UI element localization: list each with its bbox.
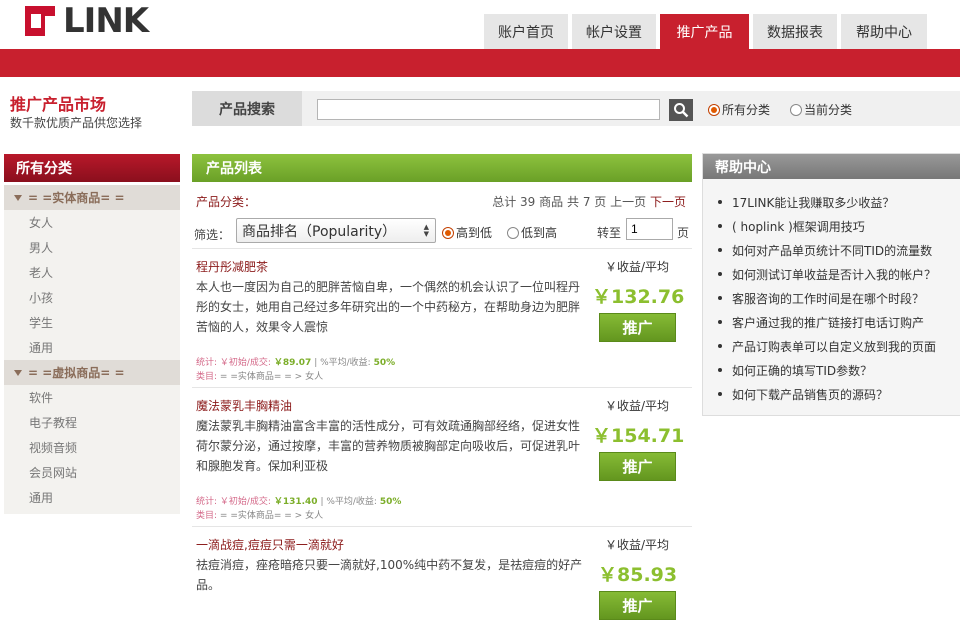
product-category-label: 产品分类： [196, 195, 257, 209]
product-stats: 统计: ￥初始/成交: ￥89.07 | %平均/收益: 50% [196, 358, 396, 368]
help-link[interactable]: 17LINK能让我赚取多少收益？ [703, 190, 960, 214]
jump-unit: 页 [677, 226, 690, 240]
sidebar-item[interactable]: 通用 [4, 335, 180, 360]
help-link[interactable]: 如何测试订单收益是否计入我的帐户？ [703, 262, 960, 286]
radio-selected-icon [442, 226, 454, 239]
sidebar-group-physical[interactable]: = =实体商品= = [4, 185, 180, 210]
sidebar-item[interactable]: 会员网站 [4, 460, 180, 485]
sidebar-item[interactable]: 小孩 [4, 285, 180, 310]
sidebar-item[interactable]: 男人 [4, 235, 180, 260]
product-description: 祛痘消痘，痤疮暗疮只要一滴就好,100%纯中药不复发，是祛痘痘的好产品。 [196, 558, 583, 592]
help-link[interactable]: 如何对产品单页统计不同TID的流量数 [703, 238, 960, 262]
radio-selected-icon [708, 103, 720, 116]
help-center-panel: 帮助中心 17LINK能让我赚取多少收益？ ( hoplink )框架调用技巧 … [702, 153, 960, 416]
tab-account-home[interactable]: 账户首页 [484, 14, 568, 49]
market-subtitle: 数千款优质产品供您选择 [10, 116, 143, 130]
tab-data-reports[interactable]: 数据报表 [753, 14, 837, 49]
pager: 总计 39 商品 共 7 页 上一页 下一页 [492, 195, 686, 209]
promote-button[interactable]: 推广 [599, 313, 676, 342]
market-title: 推广产品市场 [10, 95, 107, 114]
scope-current-label: 当前分类 [804, 103, 853, 117]
radio-empty-icon [507, 226, 519, 239]
help-link[interactable]: 如何下载产品销售页的源码？ [703, 382, 960, 406]
product-item: 魔法蒙乳丰胸精油 魔法蒙乳丰胸精油富含丰富的活性成分，可有效疏通胸部经络，促进女… [192, 388, 692, 527]
sort-high-to-low-radio[interactable]: 高到低 [442, 224, 492, 241]
jump-label: 转至 [597, 226, 622, 240]
next-page-link[interactable]: 下一页 [650, 195, 686, 209]
scope-current-radio[interactable]: 当前分类 [790, 101, 852, 118]
product-name[interactable]: 一滴战痘,痘痘只需一滴就好 [196, 536, 344, 553]
help-link[interactable]: 如何正确的填写TID参数？ [703, 358, 960, 382]
product-item: 一滴战痘,痘痘只需一滴就好 祛痘消痘，痤疮暗疮只要一滴就好,100%纯中药不复发… [192, 527, 692, 627]
product-list-title: 产品列表 [192, 154, 692, 182]
radio-empty-icon [790, 103, 802, 116]
search-input[interactable] [317, 99, 660, 120]
help-link[interactable]: 产品订购表单可以自定义放到我的页面 [703, 334, 960, 358]
promote-button[interactable]: 推广 [599, 591, 676, 620]
product-price: ￥154.71 [592, 425, 685, 447]
filter-label: 筛选： [194, 228, 231, 242]
sort-select-value: 商品排名（Popularity） [242, 223, 397, 240]
search-button[interactable] [669, 99, 693, 121]
product-description: 本人也一度因为自己的肥胖苦恼自卑，一个偶然的机会认识了一位叫程丹彤的女士，她用自… [196, 280, 581, 334]
logo[interactable]: LINK [25, 0, 155, 41]
sidebar-item[interactable]: 学生 [4, 310, 180, 335]
product-item: 程丹彤减肥茶 本人也一度因为自己的肥胖苦恼自卑，一个偶然的机会认识了一位叫程丹彤… [192, 249, 692, 388]
search-icon [674, 103, 689, 118]
tab-promote-products[interactable]: 推广产品 [660, 14, 749, 49]
price-label: ￥收益/平均 [605, 260, 670, 274]
product-description: 魔法蒙乳丰胸精油富含丰富的活性成分，可有效疏通胸部经络，促进女性荷尔蒙分泌，通过… [196, 419, 581, 473]
top-navigation: 账户首页 帐户设置 推广产品 数据报表 帮助中心 [484, 14, 931, 49]
sidebar-item[interactable]: 老人 [4, 260, 180, 285]
product-list: 产品列表 产品分类： 总计 39 商品 共 7 页 上一页 下一页 筛选： 商品… [192, 154, 692, 627]
logo-text: LINK [63, 1, 149, 41]
product-category-path: 类目: = =实体商品= = > 女人 [196, 511, 324, 521]
scope-all-radio[interactable]: 所有分类 [708, 101, 770, 118]
sidebar-group-virtual[interactable]: = =虚拟商品= = [4, 360, 180, 385]
sort-low-to-high-radio[interactable]: 低到高 [507, 224, 557, 241]
sidebar-group-label: = =虚拟商品= = [28, 366, 125, 380]
search-label: 产品搜索 [192, 91, 302, 126]
help-link[interactable]: 客服咨询的工作时间是在哪个时段？ [703, 286, 960, 310]
help-center-title: 帮助中心 [703, 154, 960, 179]
search-bar: 产品搜索 所有分类 当前分类 [192, 91, 960, 126]
sidebar-item[interactable]: 电子教程 [4, 410, 180, 435]
product-name[interactable]: 程丹彤减肥茶 [196, 258, 268, 275]
scope-all-label: 所有分类 [722, 103, 771, 117]
sidebar-group-label: = =实体商品= = [28, 191, 125, 205]
sidebar-item[interactable]: 女人 [4, 210, 180, 235]
total-count: 39 [520, 195, 536, 209]
tab-help-center[interactable]: 帮助中心 [841, 14, 927, 49]
price-label: ￥收益/平均 [605, 538, 670, 552]
product-stats: 统计: ￥初始/成交: ￥131.40 | %平均/收益: 50% [196, 497, 402, 507]
price-label: ￥收益/平均 [605, 399, 670, 413]
sidebar-item[interactable]: 视频音频 [4, 435, 180, 460]
sidebar-title: 所有分类 [4, 154, 180, 182]
collapse-triangle-icon [14, 194, 22, 201]
sidebar-item[interactable]: 通用 [4, 485, 180, 510]
help-link[interactable]: ( hoplink )框架调用技巧 [703, 214, 960, 238]
product-price: ￥132.76 [592, 286, 685, 308]
jump-page-input[interactable] [626, 218, 673, 240]
sidebar-item[interactable]: 软件 [4, 385, 180, 410]
page-count: 7 [582, 195, 591, 209]
prev-page-link[interactable]: 上一页 [610, 195, 646, 209]
sort-select[interactable]: 商品排名（Popularity） ▲ ▼ [236, 218, 436, 243]
logo-mark-icon [25, 6, 59, 36]
product-category-path: 类目: = =实体商品= = > 女人 [196, 372, 324, 382]
header-red-bar [0, 49, 960, 77]
promote-button[interactable]: 推广 [599, 452, 676, 481]
select-arrows-icon: ▲ ▼ [423, 223, 429, 238]
tab-account-settings[interactable]: 帐户设置 [572, 14, 656, 49]
help-link[interactable]: 客户通过我的推广链接打电话订购产 [703, 310, 960, 334]
product-name[interactable]: 魔法蒙乳丰胸精油 [196, 397, 292, 414]
product-price: ￥85.93 [598, 564, 678, 586]
category-sidebar: 所有分类 = =实体商品= = 女人 男人 老人 小孩 学生 通用 = =虚拟商… [4, 154, 180, 514]
collapse-triangle-icon [14, 369, 22, 376]
